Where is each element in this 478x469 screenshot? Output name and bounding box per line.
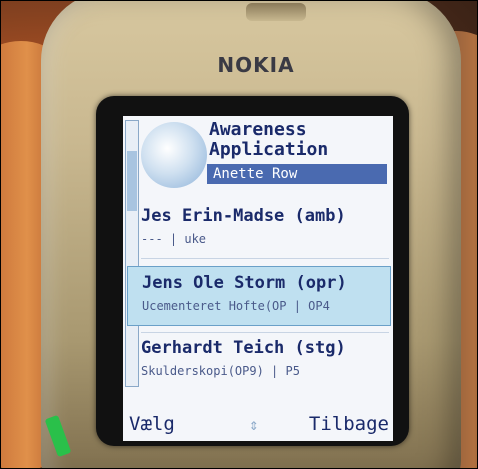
app-title: Awareness Application — [209, 120, 328, 160]
entry-detail: Skulderskopi(OP9) | P5 — [141, 364, 300, 378]
app-icon — [141, 122, 207, 188]
select-softkey[interactable]: Vælg — [129, 413, 175, 435]
scroll-thumb[interactable] — [127, 151, 137, 211]
entry-name: Jes Erin-Madse (amb) — [141, 206, 346, 226]
photo-frame: NOKIA Awareness Application Anette Row J… — [0, 0, 478, 469]
app-title-line2: Application — [209, 139, 329, 160]
entry-detail: --- | uke — [141, 232, 207, 246]
list-item[interactable]: Gerhardt Teich (stg) Skulderskopi(OP9) |… — [141, 338, 391, 378]
scrollbar[interactable] — [125, 120, 139, 387]
list-item-selected[interactable]: Jens Ole Storm (opr) Ucementeret Hofte(O… — [127, 266, 391, 326]
list-item[interactable]: Jes Erin-Madse (amb) --- | uke — [141, 206, 391, 246]
brand-logo: NOKIA — [217, 53, 295, 77]
divider — [141, 332, 389, 333]
back-softkey[interactable]: Tilbage — [309, 413, 389, 435]
entry-detail: Ucementeret Hofte(OP | OP4 — [142, 299, 330, 313]
phone-screen: Awareness Application Anette Row Jes Eri… — [123, 116, 393, 441]
app-title-line1: Awareness — [209, 119, 307, 140]
softkey-bar: Vælg ⇕ Tilbage — [123, 411, 393, 441]
divider — [141, 258, 389, 259]
earpiece — [246, 3, 306, 21]
navigation-arrows-icon: ⇕ — [249, 415, 259, 434]
entry-name: Jens Ole Storm (opr) — [142, 273, 347, 293]
entry-name: Gerhardt Teich (stg) — [141, 338, 346, 358]
current-user: Anette Row — [207, 164, 387, 184]
